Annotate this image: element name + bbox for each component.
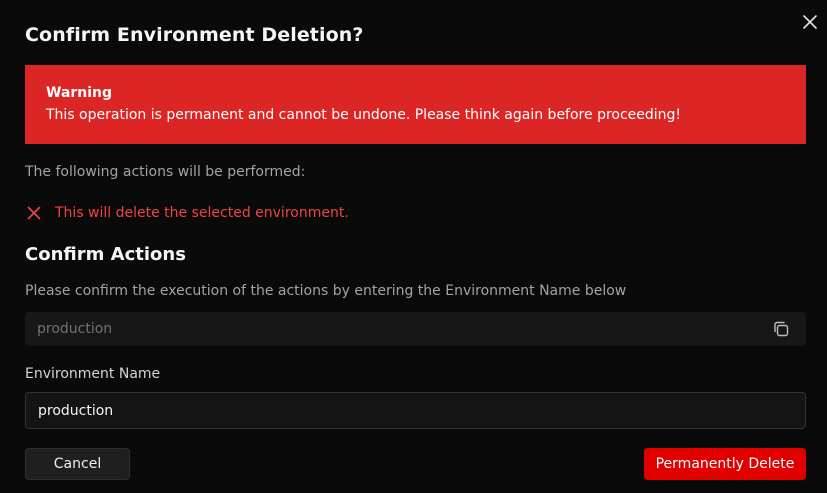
confirm-help-text: Please confirm the execution of the acti… (25, 283, 627, 299)
copy-icon (774, 321, 789, 337)
expected-name-value: production (37, 321, 113, 337)
warning-title: Warning (46, 85, 113, 101)
action-item: This will delete the selected environmen… (25, 203, 349, 223)
environment-name-label: Environment Name (25, 366, 161, 382)
confirm-actions-title: Confirm Actions (25, 244, 186, 265)
x-icon (25, 204, 43, 222)
close-button[interactable] (799, 11, 821, 33)
copy-button[interactable] (772, 320, 790, 338)
confirm-delete-dialog: Confirm Environment Deletion? Warning Th… (0, 0, 827, 493)
environment-name-input[interactable] (25, 392, 806, 429)
action-item-text: This will delete the selected environmen… (55, 205, 349, 221)
actions-intro: The following actions will be performed: (25, 164, 306, 180)
warning-banner: Warning This operation is permanent and … (25, 65, 806, 144)
warning-message: This operation is permanent and cannot b… (46, 107, 682, 123)
cancel-button[interactable]: Cancel (25, 448, 130, 480)
permanently-delete-button[interactable]: Permanently Delete (644, 448, 806, 480)
expected-name-field: production (25, 312, 806, 346)
dialog-title: Confirm Environment Deletion? (25, 24, 364, 46)
close-icon (803, 15, 817, 29)
